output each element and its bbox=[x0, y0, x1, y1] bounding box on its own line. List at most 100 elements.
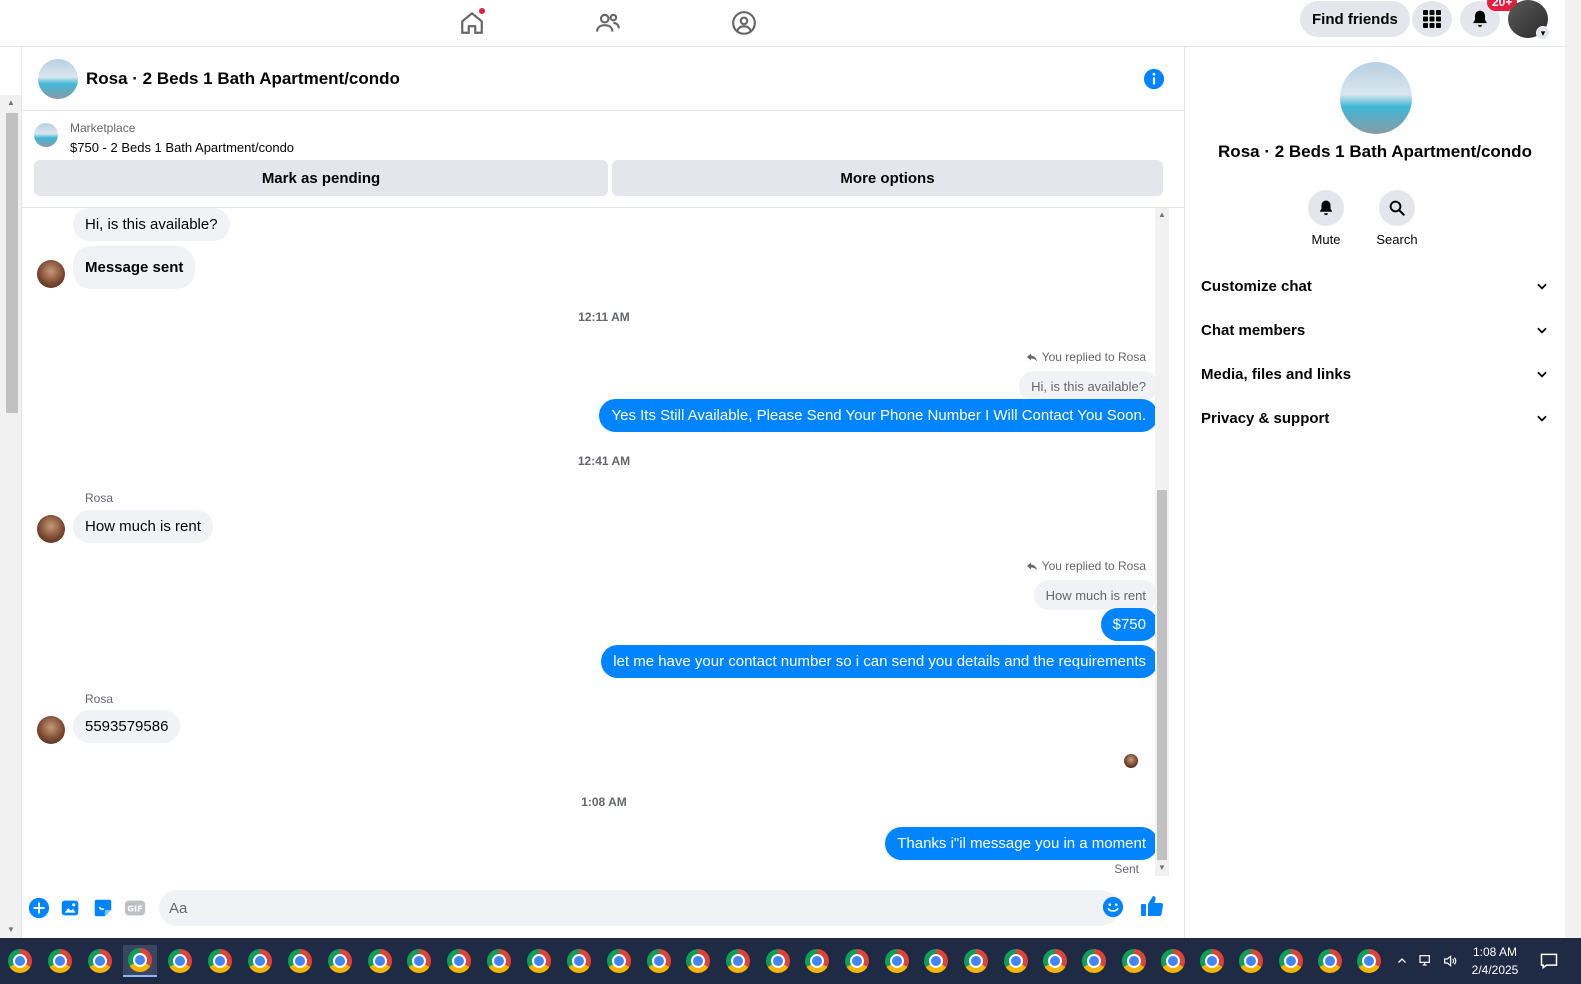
scroll-up-icon[interactable]: ▲ bbox=[7, 98, 15, 107]
outgoing-message[interactable]: Thanks i"il message you in a moment bbox=[885, 827, 1158, 860]
message-scrollbar[interactable]: ▲ ▼ bbox=[1155, 208, 1169, 876]
taskbar-chrome-window[interactable] bbox=[1234, 945, 1268, 977]
taskbar-chrome-window[interactable] bbox=[323, 945, 357, 977]
left-scrollbar[interactable]: ▲ ▼ bbox=[0, 95, 21, 938]
taskbar-clock[interactable]: 1:08 AM 2/4/2025 bbox=[1460, 943, 1530, 979]
mute-button[interactable]: Mute bbox=[1296, 190, 1356, 247]
more-options-button[interactable]: More options bbox=[612, 160, 1163, 196]
chat-title[interactable]: Rosa · 2 Beds 1 Bath Apartment/condo bbox=[86, 69, 400, 89]
message-scrollbar-thumb[interactable] bbox=[1157, 490, 1167, 860]
taskbar-chrome-window[interactable] bbox=[800, 945, 834, 977]
taskbar-chrome-window[interactable] bbox=[721, 945, 755, 977]
left-scrollbar-thumb[interactable] bbox=[6, 113, 18, 413]
incoming-message[interactable]: 5593579586 bbox=[73, 710, 181, 743]
media-files-links-section[interactable]: Media, files and links bbox=[1201, 354, 1549, 394]
apps-menu-button[interactable] bbox=[1412, 1, 1452, 37]
taskbar-chrome-window[interactable] bbox=[1038, 945, 1072, 977]
taskbar-chrome-window[interactable] bbox=[402, 945, 436, 977]
volume-icon[interactable] bbox=[1442, 953, 1458, 969]
outgoing-message[interactable]: $750 bbox=[1100, 608, 1158, 641]
reply-indicator-text: You replied to Rosa bbox=[1041, 559, 1146, 573]
taskbar-chrome-window[interactable] bbox=[919, 945, 953, 977]
notification-center-icon[interactable] bbox=[1539, 951, 1559, 971]
privacy-support-section[interactable]: Privacy & support bbox=[1201, 398, 1549, 438]
find-friends-button[interactable]: Find friends bbox=[1300, 1, 1410, 37]
chrome-icon bbox=[527, 949, 551, 973]
taskbar-chrome-window[interactable] bbox=[1352, 945, 1386, 977]
timestamp: 12:41 AM bbox=[577, 454, 631, 468]
taskbar-chrome-window[interactable] bbox=[203, 945, 237, 977]
gif-button[interactable]: GIF bbox=[123, 896, 147, 920]
taskbar-chrome-window[interactable] bbox=[562, 945, 596, 977]
taskbar-chrome-window[interactable] bbox=[1077, 945, 1111, 977]
chat-members-section[interactable]: Chat members bbox=[1201, 310, 1549, 350]
chrome-icon bbox=[1122, 949, 1146, 973]
chevron-down-icon bbox=[1537, 415, 1547, 422]
taskbar-chrome-window[interactable] bbox=[642, 945, 676, 977]
taskbar-chrome-window[interactable] bbox=[283, 945, 317, 977]
network-icon[interactable] bbox=[1418, 953, 1434, 969]
scroll-down-icon[interactable]: ▼ bbox=[1158, 863, 1166, 872]
taskbar-chrome-window[interactable] bbox=[602, 945, 636, 977]
taskbar-chrome-window[interactable] bbox=[1117, 945, 1151, 977]
taskbar-chrome-window[interactable] bbox=[1195, 945, 1229, 977]
attach-image-button[interactable] bbox=[59, 896, 83, 920]
taskbar-chrome-window[interactable] bbox=[442, 945, 476, 977]
listing-thumbnail[interactable] bbox=[38, 59, 78, 99]
rosa-avatar[interactable] bbox=[37, 515, 65, 543]
outgoing-message[interactable]: Yes Its Still Available, Please Send You… bbox=[599, 399, 1158, 432]
taskbar-chrome-window[interactable] bbox=[1274, 945, 1308, 977]
section-label: Media, files and links bbox=[1201, 365, 1352, 383]
taskbar-chrome-window[interactable] bbox=[880, 945, 914, 977]
taskbar-chrome-window[interactable] bbox=[522, 945, 556, 977]
taskbar-chrome-window[interactable] bbox=[243, 945, 277, 977]
friends-nav-button[interactable] bbox=[588, 4, 628, 42]
incoming-message[interactable]: Message sent bbox=[73, 246, 196, 289]
incoming-message[interactable]: How much is rent bbox=[73, 510, 213, 543]
taskbar-chrome-window[interactable] bbox=[840, 945, 874, 977]
rosa-avatar[interactable] bbox=[37, 260, 65, 288]
panel-title: Rosa · 2 Beds 1 Bath Apartment/condo bbox=[1218, 142, 1532, 161]
quoted-message[interactable]: Hi, is this available? bbox=[1019, 371, 1158, 401]
outgoing-message[interactable]: let me have your contact number so i can… bbox=[601, 645, 1158, 678]
marketplace-label: Marketplace bbox=[70, 121, 136, 135]
chevron-down-icon bbox=[1537, 283, 1547, 290]
sticker-button[interactable] bbox=[91, 896, 115, 920]
taskbar-chrome-window[interactable] bbox=[83, 945, 117, 977]
message-input[interactable] bbox=[159, 890, 1119, 926]
rosa-avatar[interactable] bbox=[37, 716, 65, 744]
taskbar-chrome-window[interactable] bbox=[999, 945, 1033, 977]
taskbar-chrome-window[interactable] bbox=[482, 945, 516, 977]
incoming-message[interactable]: Hi, is this available? bbox=[73, 208, 230, 241]
mark-as-pending-button[interactable]: Mark as pending bbox=[34, 160, 608, 196]
marketplace-thumbnail[interactable] bbox=[34, 123, 58, 147]
taskbar-chrome-window[interactable] bbox=[363, 945, 397, 977]
account-avatar[interactable]: ▾ bbox=[1508, 0, 1550, 40]
scroll-up-icon[interactable]: ▲ bbox=[1158, 210, 1166, 219]
page-scrollbar[interactable] bbox=[1565, 0, 1581, 938]
chrome-icon bbox=[1357, 949, 1381, 973]
taskbar-chrome-window[interactable] bbox=[1313, 945, 1347, 977]
taskbar-chrome-window[interactable] bbox=[163, 945, 197, 977]
listing-title[interactable]: $750 - 2 Beds 1 Bath Apartment/condo bbox=[70, 140, 294, 155]
scroll-down-icon[interactable]: ▼ bbox=[7, 925, 15, 934]
taskbar-chrome-window[interactable] bbox=[3, 945, 37, 977]
taskbar-chrome-window[interactable] bbox=[123, 945, 157, 977]
taskbar-chrome-window[interactable] bbox=[43, 945, 77, 977]
customize-chat-section[interactable]: Customize chat bbox=[1201, 266, 1549, 306]
taskbar-chrome-window[interactable] bbox=[959, 945, 993, 977]
timestamp: 12:11 AM bbox=[578, 310, 630, 324]
taskbar-chrome-window[interactable] bbox=[681, 945, 715, 977]
tray-chevron-up-icon[interactable] bbox=[1396, 955, 1408, 967]
like-icon[interactable] bbox=[1140, 894, 1164, 918]
more-actions-button[interactable] bbox=[27, 896, 51, 920]
search-button[interactable]: Search bbox=[1367, 190, 1427, 247]
taskbar-chrome-window[interactable] bbox=[1156, 945, 1190, 977]
taskbar-chrome-window[interactable] bbox=[761, 945, 795, 977]
info-icon[interactable] bbox=[1143, 68, 1165, 90]
home-nav-button[interactable] bbox=[452, 4, 492, 42]
panel-listing-photo[interactable] bbox=[1340, 62, 1412, 134]
emoji-icon[interactable] bbox=[1102, 896, 1124, 918]
quoted-message[interactable]: How much is rent bbox=[1033, 580, 1158, 610]
groups-nav-button[interactable] bbox=[724, 4, 764, 42]
